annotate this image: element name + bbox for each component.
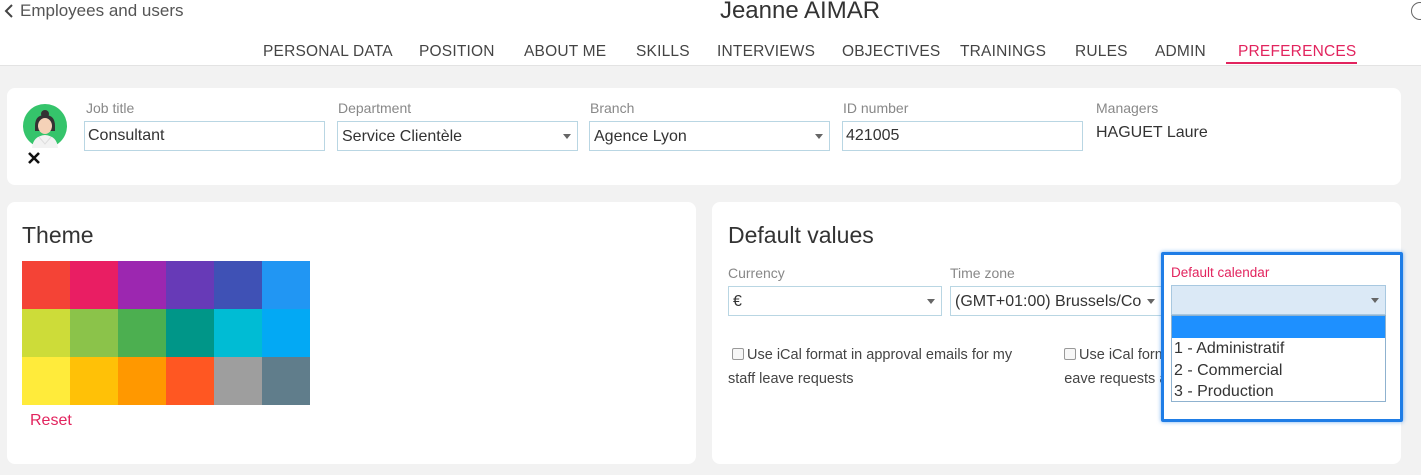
id-number-input[interactable] [842,121,1083,151]
job-title-input[interactable] [84,121,325,151]
theme-swatch-grid [22,261,310,405]
top-bar: Employees and users Jeanne AIMAR PERSONA… [0,0,1421,66]
theme-swatch[interactable] [118,357,166,405]
caret-down-icon [563,134,571,139]
caret-down-icon [927,299,935,304]
job-title-label: Job title [86,100,135,116]
branch-value: Agence Lyon [594,128,687,145]
theme-swatch[interactable] [166,309,214,357]
tab-position[interactable]: POSITION [419,43,495,61]
remove-avatar-icon[interactable] [26,150,42,166]
ical-own-text-line2: leave requests [1064,371,1156,387]
avatar[interactable] [23,104,67,148]
theme-swatch[interactable] [22,261,70,309]
ical-own-text-line1: Use iCal form [1079,347,1164,363]
ical-staff-checkbox[interactable] [732,348,744,360]
theme-swatch[interactable] [166,357,214,405]
tab-admin[interactable]: ADMIN [1155,43,1206,61]
theme-swatch[interactable] [166,261,214,309]
reset-theme-link[interactable]: Reset [30,412,72,430]
ical-staff-option: Use iCal format in approval emails for m… [728,343,1013,391]
theme-swatch[interactable] [118,261,166,309]
timezone-value: (GMT+01:00) Brussels/Co [955,293,1142,310]
ical-staff-text-line1: Use iCal format in approval emails for m… [747,347,1013,363]
page-title: Jeanne AIMAR [0,0,1421,25]
branch-label: Branch [590,100,635,116]
branch-select[interactable]: Agence Lyon [589,121,830,151]
theme-swatch[interactable] [118,309,166,357]
caret-down-icon [815,134,823,139]
ical-own-checkbox[interactable] [1064,348,1076,360]
active-tab-indicator [1226,62,1357,64]
managers-label: Managers [1096,100,1159,116]
ical-own-option: Use iCal form leave requests a [1064,343,1164,391]
tab-interviews[interactable]: INTERVIEWS [717,43,815,61]
tab-skills[interactable]: SKILLS [636,43,690,61]
ical-staff-text-line2: staff leave requests [728,371,854,387]
theme-card: Theme Reset [7,202,696,464]
theme-title: Theme [22,222,94,248]
theme-swatch[interactable] [22,357,70,405]
user-name: Jeanne AIMAR [719,0,881,24]
default-values-title: Default values [728,222,874,248]
theme-swatch[interactable] [262,261,310,309]
currency-label: Currency [728,265,785,281]
department-value: Service Clientèle [342,128,463,145]
department-select[interactable]: Service Clientèle [337,121,578,151]
tab-about-me[interactable]: ABOUT ME [524,43,606,61]
id-number-label: ID number [843,100,909,116]
theme-swatch[interactable] [262,357,310,405]
theme-swatch[interactable] [70,309,118,357]
theme-swatch[interactable] [70,261,118,309]
timezone-label: Time zone [950,265,1015,281]
theme-swatch[interactable] [262,309,310,357]
tab-personal-data[interactable]: PERSONAL DATA [263,43,393,61]
theme-swatch[interactable] [214,309,262,357]
caret-down-icon [1147,299,1155,304]
tab-preferences[interactable]: PREFERENCES [1238,43,1356,61]
tab-objectives[interactable]: OBJECTIVES [842,43,940,61]
currency-value: € [733,293,742,310]
tab-trainings[interactable]: TRAININGS [960,43,1046,61]
theme-swatch[interactable] [214,261,262,309]
timezone-select[interactable]: (GMT+01:00) Brussels/Co [950,286,1162,316]
profile-card: Job title Department Service Clientèle B… [7,88,1401,185]
theme-swatch[interactable] [22,309,70,357]
managers-value: HAGUET Laure [1096,124,1208,141]
tab-rules[interactable]: RULES [1075,43,1128,61]
dropdown-highlight-frame [1161,252,1403,422]
currency-select[interactable]: € [728,286,942,316]
theme-swatch[interactable] [70,357,118,405]
theme-swatch[interactable] [214,357,262,405]
department-label: Department [338,100,412,116]
